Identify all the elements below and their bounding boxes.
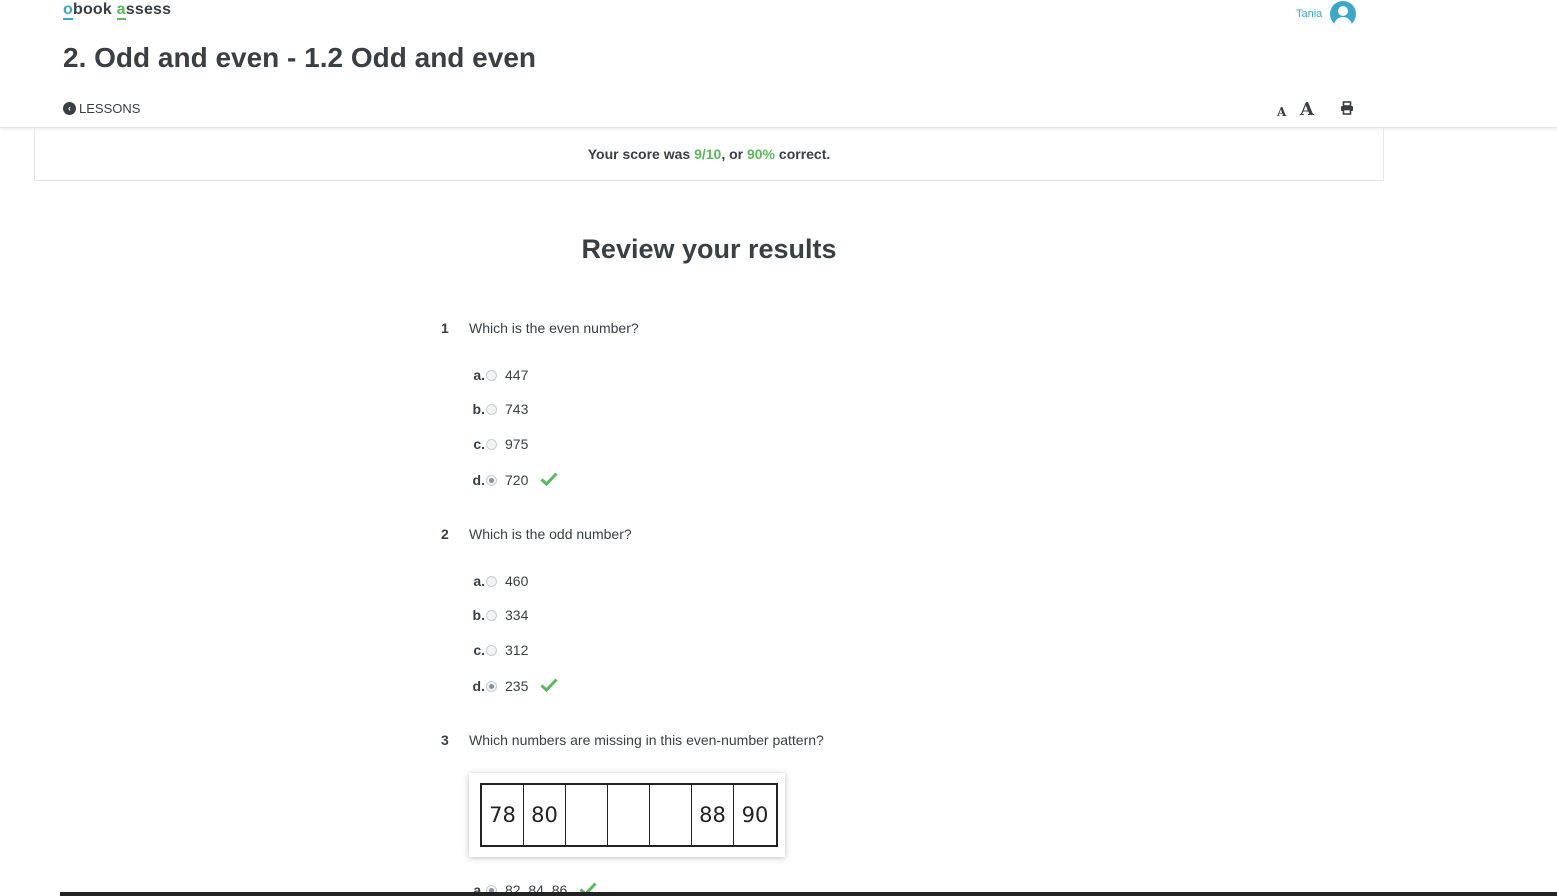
option-value: 460 (505, 573, 529, 589)
option-value: 975 (505, 436, 529, 452)
option-radio (486, 438, 497, 450)
score-percent: 90% (746, 146, 776, 162)
answer-option: c. 975 (469, 434, 528, 454)
user-menu[interactable]: Tania (1296, 0, 1357, 28)
number-pattern-row: 78 80 88 90 (480, 783, 778, 847)
answer-option: b. 334 (469, 605, 529, 625)
review-results-heading: Review your results (581, 234, 837, 264)
answer-option: a. 460 (469, 571, 528, 591)
option-value: 720 (505, 472, 529, 488)
pattern-cell: 80 (524, 785, 566, 845)
option-radio (486, 609, 497, 621)
option-value: 743 (505, 401, 529, 417)
lessons-back-link[interactable]: ‹ LESSONS (63, 101, 140, 116)
logo-ssess: ssess (125, 1, 172, 18)
logo-book: book (72, 1, 117, 18)
answer-option-selected: d. 235 (469, 676, 558, 696)
pattern-cell-blank (650, 785, 692, 845)
number-pattern-image: 78 80 88 90 (469, 773, 785, 857)
option-radio-selected (486, 474, 497, 486)
question-number: 1 (441, 320, 449, 336)
pattern-cell-blank (608, 785, 650, 845)
logo-a: a (116, 1, 126, 20)
option-value: 447 (505, 367, 529, 383)
option-radio-selected (486, 680, 497, 692)
question-text: Which is the odd number? (469, 526, 632, 542)
question-text: Which numbers are missing in this even-n… (469, 732, 824, 748)
option-letter: d. (472, 472, 485, 488)
top-bar: obook assess Tania 2. Odd and even - 1.2… (0, 0, 1557, 128)
option-radio (486, 369, 497, 381)
option-radio (486, 403, 497, 415)
pattern-cell-blank (566, 785, 608, 845)
pattern-cell: 78 (482, 785, 524, 845)
score-suffix: correct. (778, 146, 831, 162)
option-radio (486, 575, 497, 587)
score-middle: , or (721, 146, 744, 162)
user-name[interactable]: Tania (1296, 8, 1322, 20)
user-avatar-icon[interactable] (1330, 1, 1357, 27)
option-letter: a. (473, 573, 485, 589)
score-summary: Your score was 9/10, or 90% correct. (34, 128, 1384, 181)
option-letter: b. (472, 607, 485, 623)
pattern-cell: 88 (692, 785, 734, 845)
lessons-label: LESSONS (79, 101, 141, 116)
option-value: 235 (505, 678, 529, 694)
option-letter: a. (473, 367, 485, 383)
option-value: 312 (505, 642, 529, 658)
decrease-font-button[interactable]: A (1277, 105, 1286, 119)
pattern-cell: 90 (741, 803, 769, 827)
option-letter: c. (473, 642, 485, 658)
correct-check-icon (540, 677, 558, 695)
option-letter: d. (472, 678, 485, 694)
obook-assess-logo[interactable]: obook assess (63, 1, 172, 20)
option-value: 334 (505, 607, 529, 623)
page-title: 2. Odd and even - 1.2 Odd and even (63, 42, 537, 73)
answer-option: b. 743 (469, 399, 529, 419)
score-prefix: Your score was (587, 146, 691, 162)
option-letter: c. (473, 436, 485, 452)
print-icon[interactable] (1340, 101, 1354, 120)
question-number: 3 (441, 732, 449, 748)
answer-option: c. 312 (469, 640, 528, 660)
question-number: 2 (441, 526, 449, 542)
chevron-left-icon: ‹ (63, 102, 76, 115)
question-text: Which is the even number? (469, 320, 639, 336)
option-letter: b. (472, 401, 485, 417)
score-value: 9/10 (694, 146, 722, 162)
answer-option-selected: d. 720 (469, 470, 558, 490)
increase-font-button[interactable]: A (1300, 99, 1314, 120)
window-bottom-edge (60, 892, 1557, 896)
logo-o: o (63, 1, 73, 20)
correct-check-icon (540, 471, 558, 489)
option-radio (486, 644, 497, 656)
answer-option: a. 447 (469, 365, 528, 385)
